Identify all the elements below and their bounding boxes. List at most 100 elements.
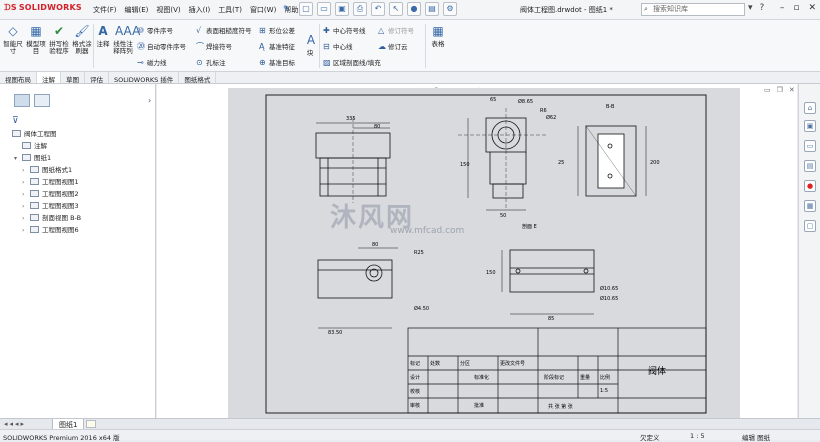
area-hatch-button[interactable]: ▨ 区域剖面线/填充 [323,57,381,67]
tree-item-annotations[interactable]: 注解 [14,140,47,150]
magnetic-line-button[interactable]: ⊸ 磁力线 [137,57,167,67]
appearances-icon[interactable]: ● [804,180,816,192]
feature-manager-panel: › ⊽ 阀体工程图 注解 ▾ 图纸1 › 图纸格式1 › 工程图视图1 › 工程图视图2… [0,84,156,418]
tree-item-view6[interactable]: › 工程图视图6 [22,224,79,234]
tab-sketch[interactable]: 草图 [61,72,85,84]
table-icon: ▦ [432,24,444,38]
close-doc-icon[interactable]: ✕ [789,86,795,94]
select-icon[interactable]: ↖ [389,2,403,16]
menu-view[interactable]: 视图(V) [156,5,180,15]
print-icon[interactable]: ⎙ [353,2,367,16]
sheet-nav-icons[interactable]: ◂◂◂▸ [4,420,26,428]
section-label: B-B [606,104,615,110]
minimize-icon[interactable]: – [780,3,785,13]
tab-view-layout[interactable]: 视图布局 [0,72,37,84]
centerline-icon: ⊟ [323,42,330,51]
datum-feature-button[interactable]: Ą 基准特征 [259,41,295,51]
revision-cloud-button[interactable]: ☁ 修订云 [378,41,408,51]
menu-file[interactable]: 文件(F) [93,5,117,15]
title-block-text: 重量 [580,374,590,381]
add-sheet-icon[interactable] [86,420,96,428]
filter-icon[interactable]: ⊽ [12,116,19,126]
search-dropdown-icon[interactable]: ▾ [748,3,753,13]
drawing-svg: 335 80 65 Ø8.65 R6 Ø62 150 50 B-B 25 200… [265,94,707,414]
dim-text: 335 [346,116,356,122]
menu-insert[interactable]: 插入(I) [189,5,211,15]
feature-manager-tab-icon[interactable] [14,94,30,107]
dim-text: 25 [558,160,564,166]
geometric-tolerance-button[interactable]: ⊞ 形位公差 [259,25,295,35]
definition-status: 欠定义 [640,434,660,442]
tree-item-section-bb[interactable]: › 剖面视图 B-B [22,212,81,222]
linear-note-pattern-button[interactable]: AAA 线性注释阵列 [112,23,140,55]
menu-edit[interactable]: 编辑(E) [125,5,149,15]
balloon-button[interactable]: ⑩ 零件序号 [137,25,173,35]
centerline-button[interactable]: ⊟ 中心线 [323,41,353,51]
dim-text: Ø4.50 [414,305,429,312]
open-icon[interactable]: ▭ [317,2,331,16]
tab-evaluate[interactable]: 评估 [85,72,109,84]
note-button[interactable]: A 注释 [95,23,111,48]
tree-item-view3[interactable]: › 工程图视图3 [22,200,79,210]
geometric-tolerance-icon: ⊞ [259,26,266,35]
app-logo[interactable]: ᗪS SOLIDWORKS [4,3,82,13]
undo-icon[interactable]: ↶ [371,2,385,16]
restore-icon[interactable]: ▭ [764,86,771,94]
center-mark-button[interactable]: ✚ 中心符号线 [323,25,366,35]
model-items-button[interactable]: ▦ 模型项目 [25,23,47,55]
custom-properties-icon[interactable]: ▦ [804,200,816,212]
surface-finish-button[interactable]: √ 表面粗糙度符号 [196,25,252,35]
tab-addins[interactable]: SOLIDWORKS 插件 [109,72,180,84]
design-library-icon[interactable]: ▣ [804,120,816,132]
tree-item-sheet-format[interactable]: › 图纸格式1 [22,164,72,174]
view-palette-icon[interactable]: ▤ [804,160,816,172]
ribbon-separator [319,24,320,68]
datum-target-icon: ⊕ [259,58,266,67]
new-icon[interactable]: ▢ [299,2,313,16]
close-icon[interactable]: ✕ [808,3,816,13]
revision-symbol-button[interactable]: △ 修订符号 [378,25,414,35]
menu-window[interactable]: 窗口(W) [250,5,276,15]
pin-icon[interactable]: ✎ [283,4,290,13]
tab-sheet-format[interactable]: 图纸格式 [179,72,217,84]
table-button[interactable]: ▦ 表格 [430,23,446,48]
smart-dimension-button[interactable]: ◇ 智能尺寸 [2,23,24,55]
maximize-icon[interactable]: ▫ [793,3,799,13]
title-block-text: 比例 [600,374,610,381]
sheet-scale[interactable]: 1 : 5 [690,432,705,440]
product-version: SOLIDWORKS Premium 2016 x64 版 [3,434,120,442]
rebuild-icon[interactable]: ● [407,2,421,16]
ribbon-separator [93,24,94,68]
property-manager-tab-icon[interactable] [34,94,50,107]
home-icon[interactable]: ⌂ [804,102,816,114]
tree-item-view2[interactable]: › 工程图视图2 [22,188,79,198]
tile-icon[interactable]: ❐ [777,86,783,94]
drawing-sheet[interactable]: 335 80 65 Ø8.65 R6 Ø62 150 50 B-B 25 200… [228,88,740,418]
block-button[interactable]: A块 [303,32,317,57]
format-painter-button[interactable]: 🖌 格式涂刷器 [71,23,93,55]
menu-tools[interactable]: 工具(T) [218,5,242,15]
file-explorer-icon[interactable]: ▭ [804,140,816,152]
tree-item-view1[interactable]: › 工程图视图1 [22,176,79,186]
help-icon[interactable]: ? [760,3,765,13]
file-properties-icon[interactable]: ▤ [425,2,439,16]
panel-expand-icon[interactable]: › [148,96,151,105]
edit-mode: 编辑 图纸 [742,434,771,442]
datum-target-button[interactable]: ⊕ 基准目标 [259,57,295,67]
title-block-text: 分区 [460,360,470,367]
resources-icon[interactable]: ▢ [804,220,816,232]
tree-root[interactable]: 阀体工程图 [12,128,57,138]
auto-balloon-button[interactable]: ⑳ 自动零件序号 [137,41,186,52]
title-block-text: 阶段标记 [544,374,564,381]
options-icon[interactable]: ⚙ [443,2,457,16]
hole-callout-button[interactable]: ⊙ 孔标注 [196,57,226,67]
tab-annotation[interactable]: 注解 [37,72,61,84]
spell-check-button[interactable]: ✔ 拼写检验程序 [48,23,70,55]
command-manager-ribbon: ◇ 智能尺寸 ▦ 模型项目 ✔ 拼写检验程序 🖌 格式涂刷器 A 注释 AAA 线性注释阵列… [0,20,820,72]
weld-symbol-button[interactable]: ⌒ 焊接符号 [196,41,232,52]
quick-access-toolbar: ▢ ▭ ▣ ⎙ ↶ ↖ ● ▤ ⚙ [299,2,457,16]
title-block-text: 共 张 第 张 [548,403,573,410]
tree-item-sheet1[interactable]: ▾ 图纸1 [14,152,51,162]
save-icon[interactable]: ▣ [335,2,349,16]
annotations-icon [22,142,31,149]
